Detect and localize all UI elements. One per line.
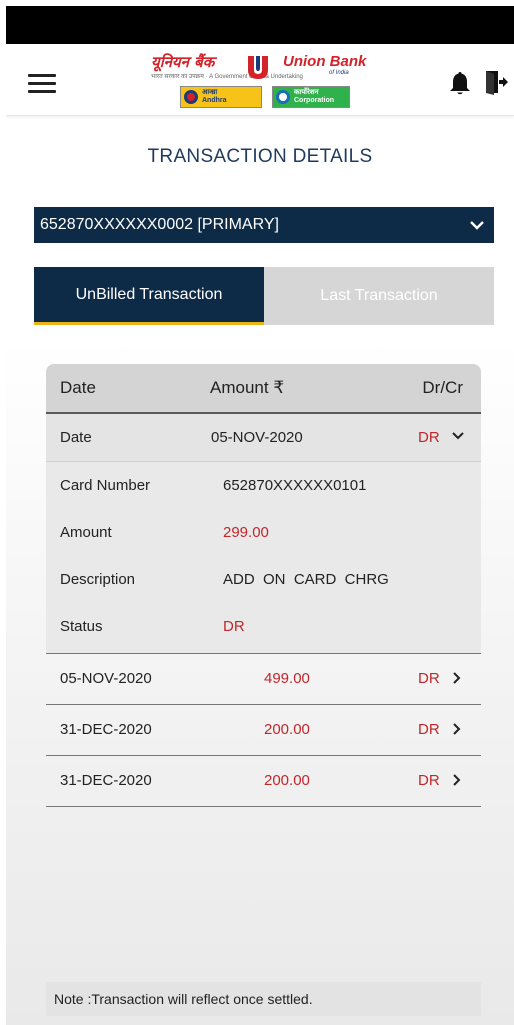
status-bar (6, 6, 514, 44)
detail-value: 652870XXXXXX0101 (223, 477, 367, 494)
detail-label: Card Number (60, 477, 151, 494)
hamburger-menu-icon[interactable] (28, 74, 56, 94)
union-bank-logo: यूनियन बैंक भारत सरकार का उपक्रम · A Gov… (151, 50, 381, 112)
row-drcr: DR (418, 772, 440, 789)
table-row[interactable]: 05-NOV-2020 499.00 DR (46, 654, 481, 705)
corporation-bank-badge: कार्पोरेशन Corporation (272, 86, 350, 108)
tab-last-transaction[interactable]: Last Transaction (264, 267, 494, 325)
detail-value: DR (223, 618, 245, 635)
header-date: Date (60, 378, 96, 397)
andhra-bank-badge: आन्ध्रा Andhra (180, 86, 262, 108)
row-amount: 499.00 (264, 670, 310, 687)
logo-hindi-name: यूनियन बैंक (151, 53, 215, 71)
andhra-label: Andhra (202, 97, 227, 104)
expanded-date-label: Date (60, 429, 92, 446)
transaction-table: Date Amount ₹ Dr/Cr Date 05-NOV-2020 DR … (46, 364, 481, 807)
corporation-hindi-label: कार्पोरेशन (294, 89, 319, 96)
corporation-logo-icon (276, 90, 290, 104)
expanded-row-header[interactable]: Date 05-NOV-2020 DR (46, 414, 481, 462)
detail-label: Description (60, 571, 136, 588)
table-row[interactable]: 31-DEC-2020 200.00 DR (46, 756, 481, 807)
logo-tagline: भारत सरकार का उपक्रम · A Government of I… (151, 74, 303, 80)
row-date: 05-NOV-2020 (60, 670, 152, 687)
table-header: Date Amount ₹ Dr/Cr (46, 364, 481, 414)
row-drcr: DR (418, 721, 440, 738)
transaction-tabs: UnBilled Transaction Last Transaction (34, 267, 494, 325)
chevron-right-icon[interactable] (452, 774, 461, 786)
row-drcr: DR (418, 670, 440, 687)
detail-label: Status (60, 618, 103, 635)
row-date: 31-DEC-2020 (60, 721, 152, 738)
detail-card-number: Card Number 652870XXXXXX0101 (46, 462, 481, 509)
account-dropdown-value: 652870XXXXXX0002 [PRIMARY] (40, 216, 279, 233)
detail-description: Description ADD ON CARD CHRG (46, 556, 481, 603)
chevron-right-icon[interactable] (452, 723, 461, 735)
row-amount: 200.00 (264, 772, 310, 789)
rupee-icon: ₹ (273, 378, 285, 397)
header-amount: Amount ₹ (210, 378, 285, 397)
tab-unbilled-transaction[interactable]: UnBilled Transaction (34, 267, 264, 325)
header-drcr: Dr/Cr (422, 378, 463, 397)
detail-value: ADD ON CARD CHRG (223, 571, 389, 588)
chevron-down-icon[interactable] (452, 431, 464, 440)
table-row[interactable]: 31-DEC-2020 200.00 DR (46, 705, 481, 756)
chevron-right-icon[interactable] (452, 672, 461, 684)
detail-status: Status DR (46, 603, 481, 650)
logo-english-name: Union Bank (283, 53, 367, 70)
union-bank-emblem-icon (248, 56, 268, 79)
andhra-logo-icon (184, 90, 198, 104)
app-header: यूनियन बैंक भारत सरकार का उपक्रम · A Gov… (6, 44, 514, 116)
settlement-note: Note :Transaction will reflect once sett… (46, 982, 481, 1016)
andhra-hindi-label: आन्ध्रा (202, 89, 218, 96)
account-dropdown[interactable]: 652870XXXXXX0002 [PRIMARY] (34, 207, 494, 243)
detail-label: Amount (60, 524, 112, 541)
row-amount: 200.00 (264, 721, 310, 738)
detail-value: 299.00 (223, 524, 269, 541)
bell-icon[interactable] (448, 70, 472, 96)
logout-icon[interactable] (484, 68, 508, 96)
logo-english-sub: of India (329, 70, 349, 76)
app-screen: यूनियन बैंक भारत सरकार का उपक्रम · A Gov… (6, 44, 514, 1025)
page-title: TRANSACTION DETAILS (147, 146, 373, 167)
expanded-drcr: DR (418, 429, 440, 446)
corporation-label: Corporation (294, 97, 335, 104)
expanded-transaction: Date 05-NOV-2020 DR Card Number 652870XX… (46, 414, 481, 654)
detail-amount: Amount 299.00 (46, 509, 481, 556)
chevron-down-icon (470, 221, 484, 230)
row-date: 31-DEC-2020 (60, 772, 152, 789)
expanded-date-value: 05-NOV-2020 (211, 429, 303, 446)
